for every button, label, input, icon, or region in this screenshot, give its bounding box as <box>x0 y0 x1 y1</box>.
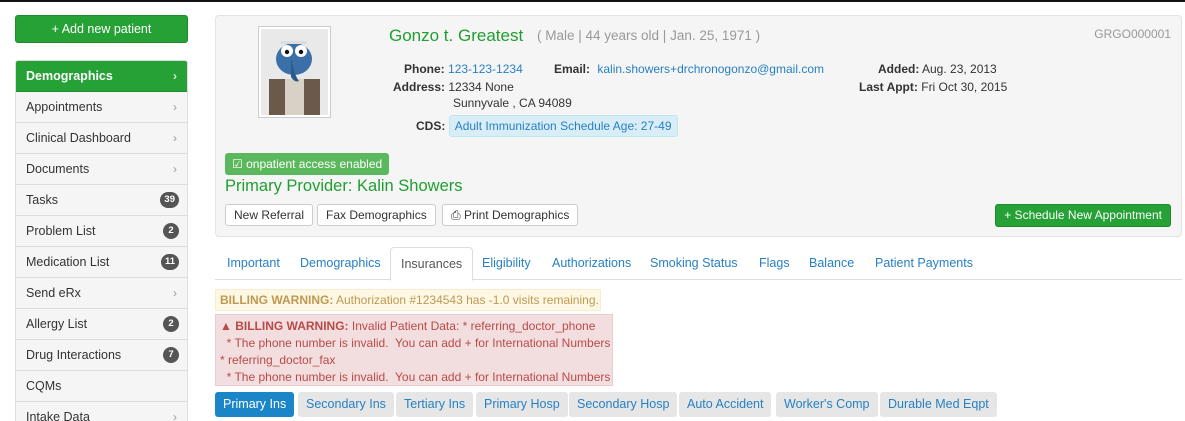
sidebar-item-intake-data[interactable]: Intake Data › <box>16 402 187 421</box>
warning-text: Authorization #1234543 has -1.0 visits r… <box>333 293 599 307</box>
cds-alert[interactable]: Adult Immunization Schedule Age: 27-49 <box>448 115 678 137</box>
sidebar-item-clinical-dashboard[interactable]: Clinical Dashboard › <box>16 123 187 154</box>
patient-id: GRGO000001 <box>1094 27 1171 41</box>
tab-smoking-status[interactable]: Smoking Status <box>650 247 738 280</box>
chevron-right-icon: › <box>173 410 177 421</box>
cds-row: CDS: Adult Immunization Schedule Age: 27… <box>416 115 678 137</box>
phone-label: Phone: <box>404 62 445 76</box>
count-badge: 2 <box>163 316 179 332</box>
patient-photo <box>258 26 331 118</box>
added-row: Added: Aug. 23, 2013 <box>878 62 997 76</box>
added-date: Aug. 23, 2013 <box>922 62 997 76</box>
phone-link[interactable]: 123-123-1234 <box>448 62 523 76</box>
count-badge: 11 <box>160 254 179 270</box>
tab-patient-payments[interactable]: Patient Payments <box>875 247 973 280</box>
chevron-right-icon: › <box>173 162 177 176</box>
chevron-right-icon: › <box>173 100 177 114</box>
last-appt-row: Last Appt: Fri Oct 30, 2015 <box>859 80 1007 94</box>
tab-important[interactable]: Important <box>227 247 280 280</box>
printer-icon: ⎙ <box>451 208 464 222</box>
address-line1: 12334 None <box>448 80 514 94</box>
chevron-right-icon: › <box>173 286 177 300</box>
sidebar-item-documents[interactable]: Documents › <box>16 154 187 185</box>
subtab-tertiary-ins[interactable]: Tertiary Ins <box>396 392 474 417</box>
print-demographics-button[interactable]: ⎙ Print Demographics <box>442 204 579 226</box>
sidebar-item-label: Send eRx <box>26 286 81 300</box>
tab-insurances[interactable]: Insurances <box>390 247 474 281</box>
last-appt-label: Last Appt: <box>859 80 918 94</box>
sidebar-item-label: Allergy List <box>26 317 88 331</box>
sidebar-item-label: CQMs <box>26 379 62 393</box>
address-label: Address: <box>393 80 446 94</box>
onpatient-access-badge: ☑ onpatient access enabled <box>225 153 390 175</box>
add-new-patient-button[interactable]: + Add new patient <box>15 15 188 43</box>
sidebar-item-label: Drug Interactions <box>26 348 122 362</box>
sidebar-item-drug-interactions[interactable]: Drug Interactions 7 <box>16 340 187 371</box>
address-line2: Sunnyvale , CA 94089 <box>453 96 572 110</box>
tab-eligibility[interactable]: Eligibility <box>482 247 531 280</box>
sidebar-item-appointments[interactable]: Appointments › <box>16 92 187 123</box>
sidebar-item-label: Problem List <box>26 224 96 238</box>
subtab-secondary-hosp[interactable]: Secondary Hosp <box>569 392 678 417</box>
warning-detail: * The phone number is invalid. You can a… <box>220 370 611 384</box>
warning-triangle-icon: ▲ <box>220 319 236 333</box>
fax-demographics-button[interactable]: Fax Demographics <box>317 204 436 226</box>
tab-authorizations[interactable]: Authorizations <box>552 247 631 280</box>
new-referral-button[interactable]: New Referral <box>225 204 314 226</box>
tab-balance[interactable]: Balance <box>809 247 854 280</box>
chevron-right-icon: › <box>173 69 177 83</box>
invalid-data-warning: ▲ BILLING WARNING: Invalid Patient Data:… <box>215 314 613 386</box>
warning-title: BILLING WARNING: <box>220 293 334 307</box>
patient-avatar-icon <box>261 29 328 115</box>
count-badge: 7 <box>163 347 179 363</box>
warning-title: BILLING WARNING: <box>235 319 349 333</box>
patient-demographic-summary: ( Male | 44 years old | Jan. 25, 1971 ) <box>537 28 761 43</box>
phone-row: Phone: 123-123-1234 <box>404 62 523 76</box>
warning-detail: * referring_doctor_fax <box>220 353 336 367</box>
warning-text: Invalid Patient Data: * referring_doctor… <box>348 319 596 333</box>
sidebar-item-label: Clinical Dashboard <box>26 131 131 145</box>
email-link[interactable]: kalin.showers+drchronogonzo@gmail.com <box>597 62 824 76</box>
patient-summary-card: Gonzo t. Greatest ( Male | 44 years old … <box>215 15 1182 237</box>
sidebar-item-label: Demographics <box>26 69 113 83</box>
subtab-secondary-ins[interactable]: Secondary Ins <box>298 392 394 417</box>
sidebar-item-label: Intake Data <box>26 410 90 421</box>
print-label: Print Demographics <box>463 208 570 222</box>
subtab-primary-hosp[interactable]: Primary Hosp <box>476 392 568 417</box>
sidebar-item-label: Medication List <box>26 255 110 269</box>
warning-detail: * The phone number is invalid. You can a… <box>220 336 611 350</box>
email-row: Email: kalin.showers+drchronogonzo@gmail… <box>554 62 824 76</box>
tab-demographics[interactable]: Demographics <box>300 247 381 280</box>
sidebar-nav: Demographics › Appointments › Clinical Das… <box>15 60 188 421</box>
sidebar: + Add new patient Demographics › Appointm… <box>15 15 188 421</box>
sidebar-item-label: Documents <box>26 162 90 176</box>
email-label: Email: <box>554 62 591 76</box>
patient-tabs: Important Demographics Insurances Eligib… <box>215 247 1182 281</box>
sidebar-item-label: Appointments <box>26 100 103 114</box>
sidebar-item-allergy-list[interactable]: Allergy List 2 <box>16 309 187 340</box>
count-badge: 2 <box>163 223 179 239</box>
subtab-auto-accident[interactable]: Auto Accident <box>679 392 772 417</box>
schedule-new-appointment-button[interactable]: + Schedule New Appointment <box>995 204 1171 227</box>
cds-label: CDS: <box>416 119 446 133</box>
added-label: Added: <box>878 62 920 76</box>
count-badge: 39 <box>160 192 179 208</box>
sidebar-item-demographics[interactable]: Demographics › <box>16 61 187 92</box>
sidebar-item-cqms[interactable]: CQMs <box>16 371 187 402</box>
sidebar-item-medication-list[interactable]: Medication List 11 <box>16 247 187 278</box>
sidebar-item-send-erx[interactable]: Send eRx › <box>16 278 187 309</box>
tab-flags[interactable]: Flags <box>759 247 790 280</box>
patient-name: Gonzo t. Greatest <box>389 26 524 45</box>
subtab-primary-ins[interactable]: Primary Ins <box>215 392 295 417</box>
subtab-durable-med-eqpt[interactable]: Durable Med Eqpt <box>880 392 997 417</box>
sidebar-item-tasks[interactable]: Tasks 39 <box>16 185 187 216</box>
sidebar-item-problem-list[interactable]: Problem List 2 <box>16 216 187 247</box>
primary-provider: Primary Provider: Kalin Showers <box>225 177 463 195</box>
last-appt-date: Fri Oct 30, 2015 <box>921 80 1008 94</box>
authorization-warning: BILLING WARNING: Authorization #1234543 … <box>215 289 601 311</box>
chevron-right-icon: › <box>173 131 177 145</box>
subtab-workers-comp[interactable]: Worker's Comp <box>776 392 878 417</box>
sidebar-item-label: Tasks <box>26 193 58 207</box>
address-row: Address: 12334 None <box>393 80 514 94</box>
